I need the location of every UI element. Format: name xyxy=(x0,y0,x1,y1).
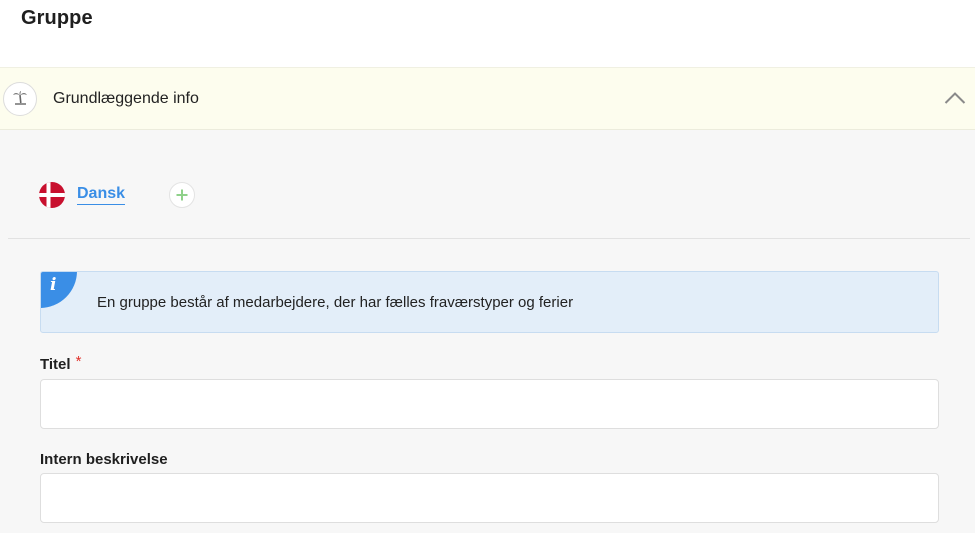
page-title: Gruppe xyxy=(21,7,93,29)
language-tab-danish[interactable]: Dansk xyxy=(39,182,126,208)
description-field-label: Intern beskrivelse xyxy=(40,451,168,468)
plus-icon xyxy=(176,189,188,201)
chevron-up-icon[interactable] xyxy=(943,88,967,108)
section-header-basic-info[interactable]: Grundlæggende info xyxy=(0,67,975,130)
info-text: En gruppe består af medarbejdere, der ha… xyxy=(97,294,574,311)
section-body: Dansk i En gruppe består af medarbejdere… xyxy=(0,130,975,533)
section-title: Grundlæggende info xyxy=(53,90,199,107)
language-label[interactable]: Dansk xyxy=(77,185,126,205)
title-field-label: Titel * xyxy=(40,353,82,373)
divider xyxy=(8,238,970,239)
required-indicator: * xyxy=(75,353,82,370)
info-icon-glyph: i xyxy=(50,275,57,295)
title-label-text: Titel xyxy=(40,356,71,373)
palm-tree-icon xyxy=(3,82,37,116)
title-input[interactable] xyxy=(40,379,939,429)
info-icon: i xyxy=(41,272,77,308)
add-language-button[interactable] xyxy=(169,182,195,208)
description-input[interactable] xyxy=(40,473,939,523)
info-box: i En gruppe består af medarbejdere, der … xyxy=(40,271,939,333)
denmark-flag-icon xyxy=(39,182,65,208)
